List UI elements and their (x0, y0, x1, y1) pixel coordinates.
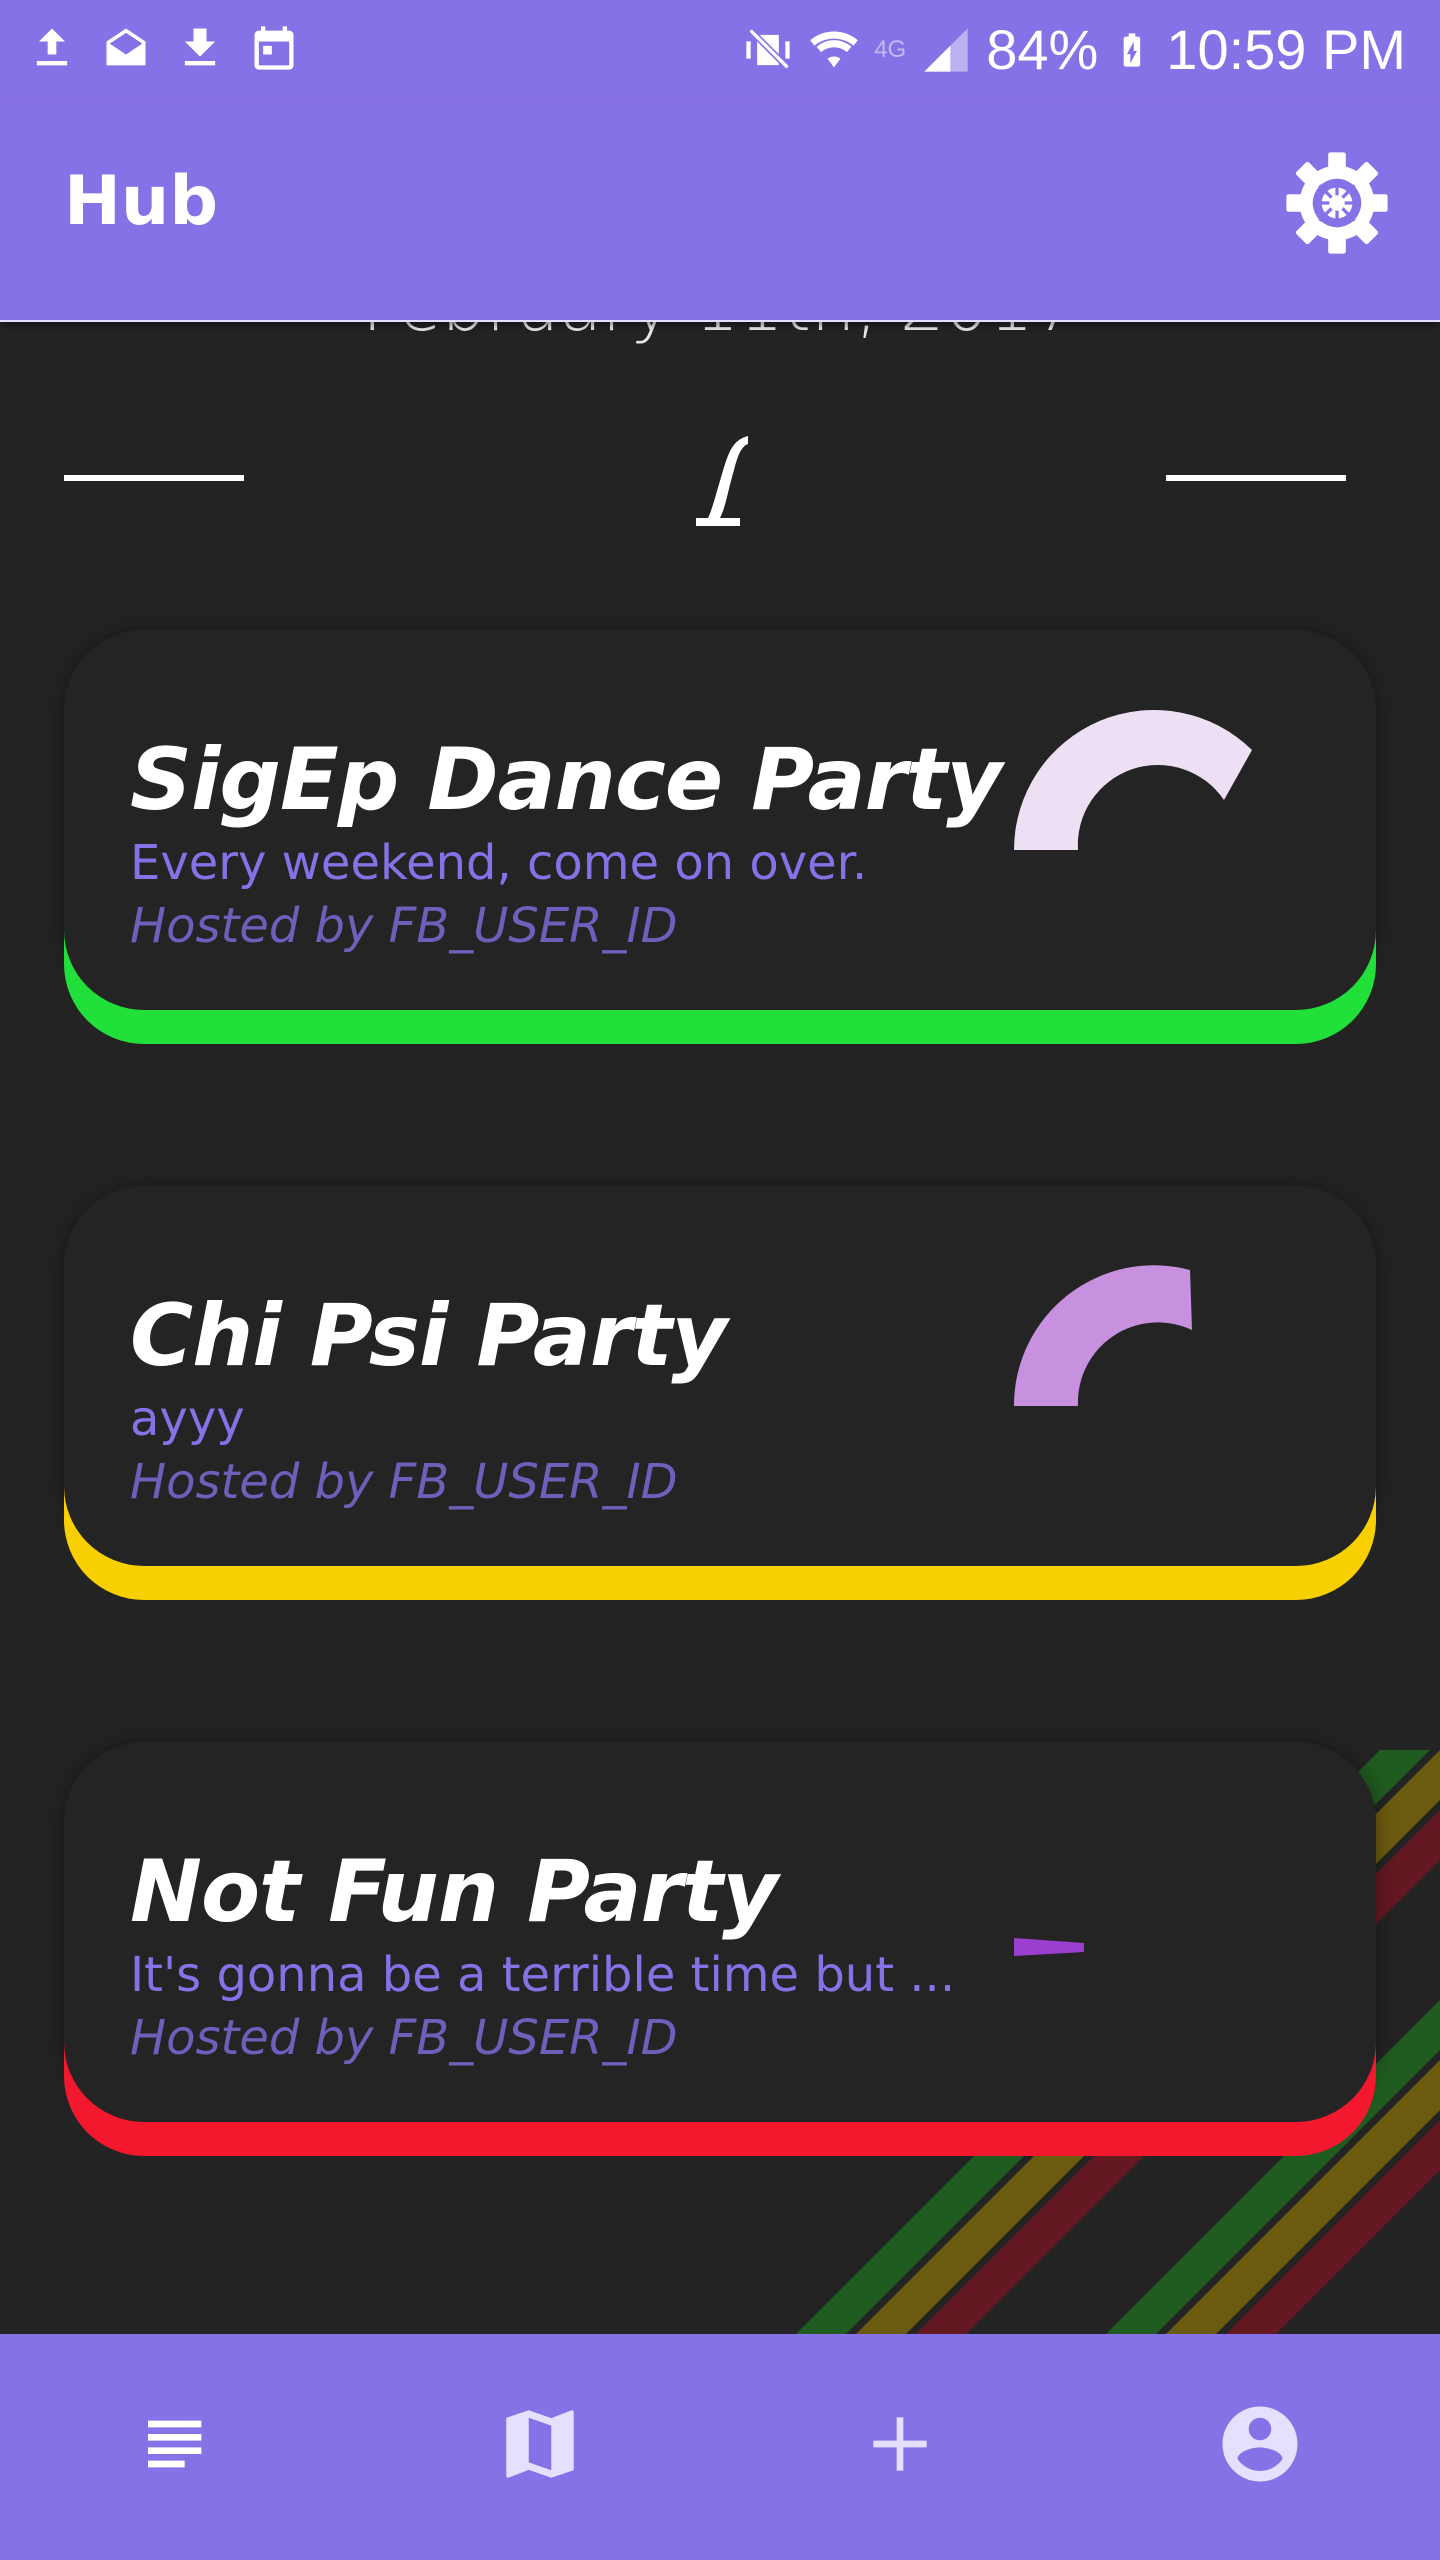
attendance-gauge (1014, 709, 1252, 850)
app-logo-icon (696, 436, 748, 526)
divider-left (64, 475, 244, 481)
event-description: Every weekend, come on over. (130, 835, 868, 891)
upload-icon (36, 28, 68, 66)
event-host: Hosted by FB_USER_ID (130, 1454, 678, 1510)
notification-icons (26, 22, 300, 74)
event-description: It's gonna be a terrible time but ... (130, 1947, 956, 2003)
nav-add-button[interactable] (840, 2384, 960, 2504)
system-icons: 4G 84% 10:59 PM (742, 18, 1406, 82)
app-bar: Hub (0, 100, 1440, 322)
network-type-label: 4G (874, 36, 907, 63)
vibrate-mute-icon (746, 28, 790, 70)
mail-open-icon (106, 28, 146, 66)
download-icon (184, 28, 216, 66)
divider-right (1166, 475, 1346, 481)
event-name: Not Fun Party (130, 1842, 778, 1942)
event-feed[interactable]: February 11th, 2017 SigEp Dance Party Ev… (0, 320, 1440, 2334)
event-name: SigEp Dance Party (130, 730, 1002, 830)
battery-percent: 84% (986, 18, 1099, 81)
battery-charging-icon (1123, 33, 1141, 67)
event-host: Hosted by FB_USER_ID (130, 2010, 678, 2066)
cell-signal-icon (924, 28, 968, 72)
event-name: Chi Psi Party (130, 1286, 727, 1386)
attendance-gauge (1014, 1938, 1084, 1956)
account-icon (1222, 2406, 1298, 2482)
gear-icon[interactable] (1282, 148, 1392, 258)
list-icon (148, 2420, 202, 2468)
calendar-icon (254, 26, 294, 70)
date-heading: February 11th, 2017 (0, 320, 1440, 347)
status-bar: 4G 84% 10:59 PM (0, 0, 1440, 100)
nav-feed-button[interactable] (118, 2384, 238, 2504)
event-host: Hosted by FB_USER_ID (130, 898, 678, 954)
event-description: ayyy (130, 1391, 245, 1447)
attendance-gauge (1013, 1265, 1192, 1406)
page-title: Hub (64, 162, 218, 241)
wifi-icon (810, 31, 859, 68)
nav-account-button[interactable] (1200, 2384, 1320, 2504)
clock: 10:59 PM (1166, 18, 1406, 81)
event-card[interactable]: SigEp Dance Party Every weekend, come on… (64, 630, 1376, 1044)
event-card[interactable]: Not Fun Party It's gonna be a terrible t… (64, 1742, 1376, 2156)
bottom-nav (0, 2334, 1440, 2560)
add-icon (873, 2417, 927, 2471)
map-icon (506, 2410, 574, 2478)
event-card[interactable]: Chi Psi Party ayyy Hosted by FB_USER_ID (64, 1186, 1376, 1600)
nav-map-button[interactable] (480, 2384, 600, 2504)
